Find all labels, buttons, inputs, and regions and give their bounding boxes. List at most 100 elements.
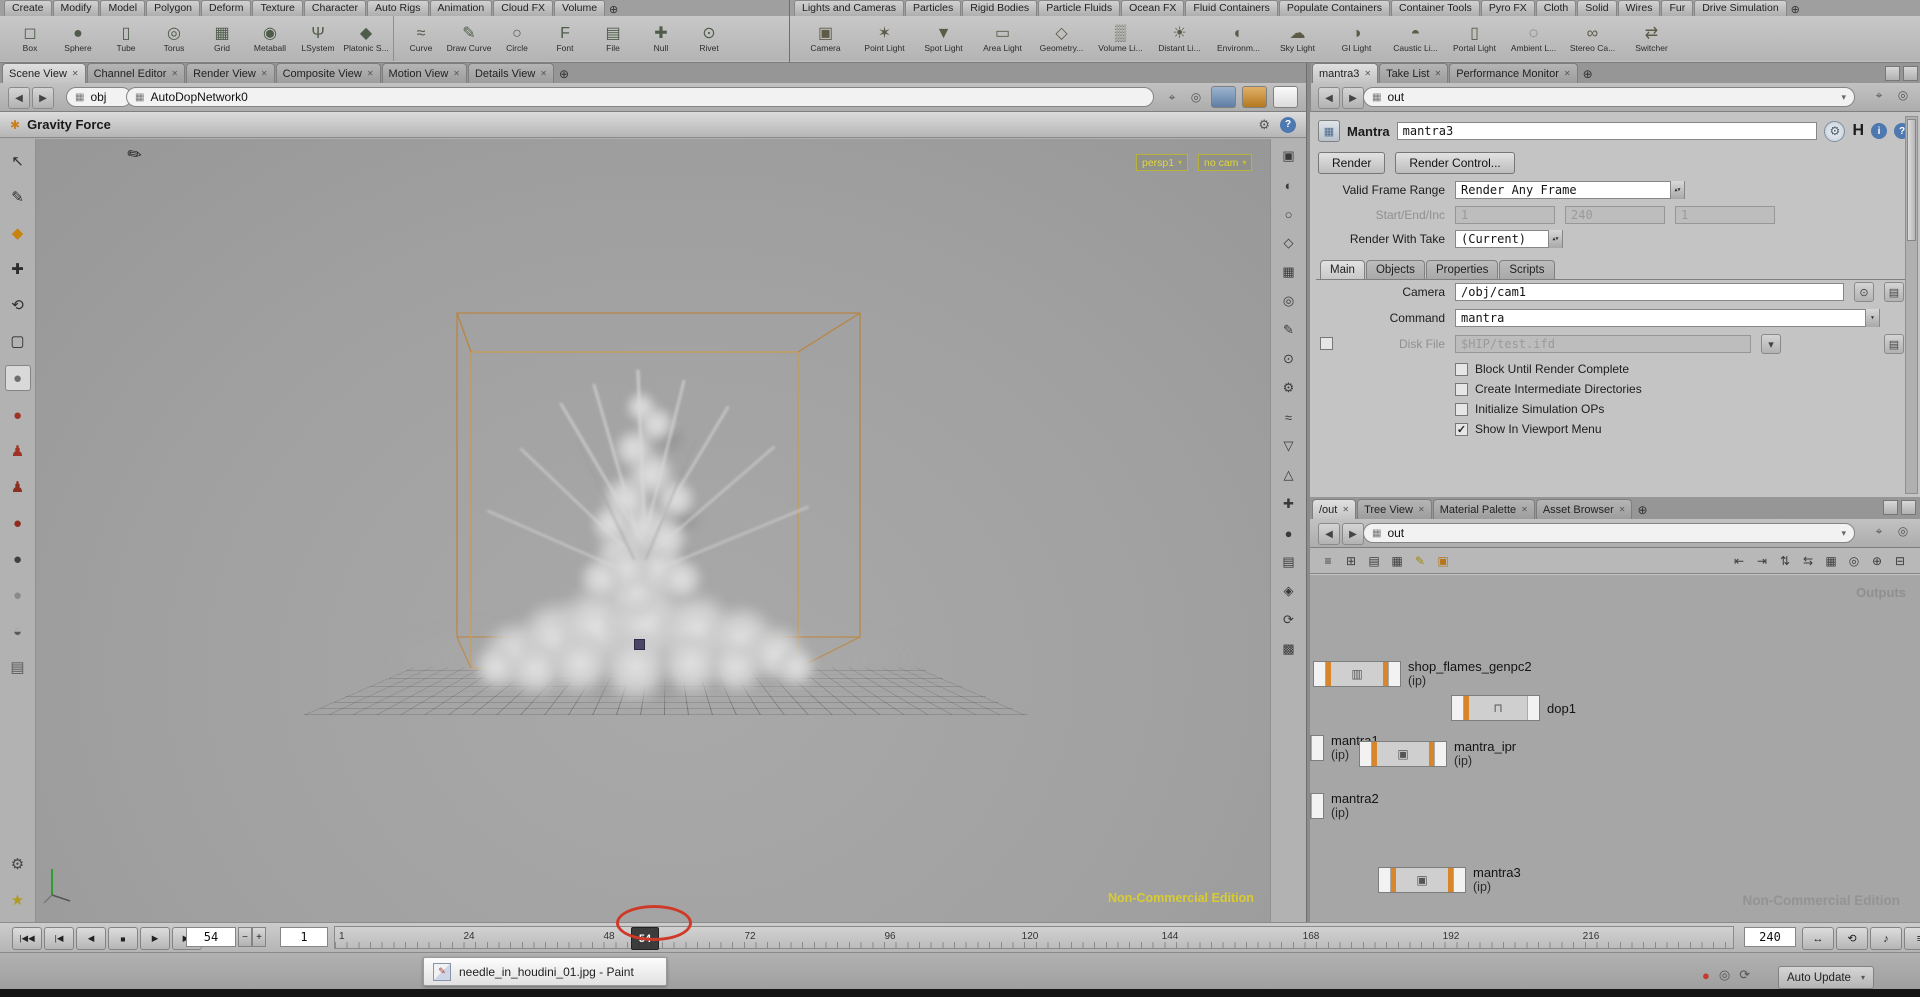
playhead[interactable]: 54 (631, 927, 659, 950)
view-sphere-icon[interactable] (1242, 86, 1267, 108)
viewport-tool-icon[interactable]: ▤ (6, 655, 30, 679)
shelf-tool[interactable]: Ψ LSystem (294, 16, 342, 61)
viewport-display-icon[interactable]: ◇ (1278, 232, 1300, 254)
forward-button[interactable]: ▶ (1342, 523, 1364, 545)
spinner-icon[interactable]: ▲▼ (1548, 230, 1562, 248)
pane-maximize-icon[interactable] (1901, 500, 1916, 515)
pane-maximize-icon[interactable] (1903, 66, 1918, 81)
status-icon[interactable]: ⟳ (1739, 967, 1750, 983)
render-with-take-select[interactable]: (Current) ▲▼ (1455, 230, 1563, 248)
mantra-node-icon[interactable]: ▣ (1359, 741, 1447, 767)
viewport-display-icon[interactable]: ✎ (1278, 319, 1300, 341)
viewport-tool-icon[interactable]: ● (4, 365, 31, 391)
playback-option-button[interactable]: ↔ (1802, 927, 1834, 950)
end-frame-field[interactable]: 240 (1744, 927, 1796, 947)
network-tool-icon[interactable]: ◎ (1844, 551, 1864, 571)
shelf-tool[interactable]: ∞ Stereo Ca... (1563, 16, 1622, 61)
shelf-tool[interactable]: ⇄ Switcher (1622, 16, 1681, 61)
viewport-camlink-menu[interactable]: no cam ▾ (1198, 154, 1253, 171)
forward-button[interactable]: ▶ (1342, 87, 1364, 109)
shelf-tool[interactable]: ◻ Box (6, 16, 54, 61)
close-tab-icon[interactable]: ✕ (72, 69, 79, 78)
viewport-tool-icon[interactable]: ◆ (6, 221, 30, 245)
camera-field[interactable]: /obj/cam1 (1455, 283, 1844, 301)
close-tab-icon[interactable]: ✕ (453, 69, 460, 78)
viewport-display-icon[interactable]: ▦ (1278, 261, 1300, 283)
back-button[interactable]: ◀ (1318, 87, 1340, 109)
gravity-pivot-handle[interactable] (634, 639, 645, 650)
shelf-tool[interactable]: ✚ Null (637, 16, 685, 61)
shelf-tab[interactable]: Ocean FX (1121, 0, 1185, 16)
viewport-display-icon[interactable]: ● (1278, 522, 1300, 544)
shelf-tab[interactable]: Wires (1617, 0, 1661, 16)
node-shop-flames-genpc2[interactable]: ▥ shop_flames_genpc2 (ip) (1313, 659, 1532, 689)
pane-tab[interactable]: Take List ✕ (1379, 63, 1449, 83)
network-canvas[interactable]: Outputs ▥ shop_flames_genpc2 (ip) ⊓ dop1 … (1310, 575, 1920, 922)
pane-split-icon[interactable] (1883, 500, 1898, 515)
pane-tab[interactable]: Composite View ✕ (275, 63, 381, 83)
network-tool-icon[interactable]: ▦ (1387, 551, 1407, 571)
shelf-tab[interactable]: Model (100, 0, 146, 16)
pane-tab[interactable]: Render View ✕ (186, 63, 275, 83)
shelf-tool[interactable]: ▣ Camera (796, 16, 855, 61)
shelf-tab[interactable]: Drive Simulation (1694, 0, 1787, 16)
shop-node-icon[interactable]: ▥ (1313, 661, 1401, 687)
shelf-tab[interactable]: Modify (52, 0, 100, 16)
viewport-settings-icon[interactable]: ⚙ (1258, 117, 1270, 133)
new-pane-tab-icon[interactable]: ⊕ (1637, 503, 1647, 517)
network-tool-icon[interactable]: ⇤ (1729, 551, 1749, 571)
close-tab-icon[interactable]: ✕ (261, 69, 268, 78)
parameter-tab[interactable]: Scripts (1499, 260, 1555, 279)
forward-button[interactable]: ▶ (32, 87, 54, 109)
transport-button[interactable]: |◀ (44, 927, 74, 950)
viewport-tool-icon[interactable]: ⟲ (6, 293, 30, 317)
viewport-tool-icon[interactable]: ⚙ (6, 852, 30, 876)
parameter-tab[interactable]: Properties (1425, 260, 1499, 279)
viewport-tool-icon[interactable]: ● (6, 583, 30, 607)
link-icon[interactable]: ◎ (1894, 86, 1912, 104)
render-control-button[interactable]: Render Control... (1395, 152, 1515, 174)
disk-file-field[interactable]: $HIP/test.ifd (1455, 335, 1751, 353)
playback-option-button[interactable]: ⟲ (1836, 927, 1868, 950)
pane-tab[interactable]: Scene View ✕ (2, 63, 86, 83)
node-name-field[interactable]: mantra3 (1396, 122, 1818, 140)
close-tab-icon[interactable]: ✕ (1364, 69, 1371, 78)
network-tool-icon[interactable]: ✎ (1410, 551, 1430, 571)
valid-frame-range-select[interactable]: Render Any Frame ▲▼ (1455, 181, 1685, 199)
close-tab-icon[interactable]: ✕ (367, 69, 374, 78)
shelf-tool[interactable]: ✶ Point Light (855, 16, 914, 61)
viewport-tool-icon[interactable]: ◒ (6, 619, 30, 643)
pane-tab[interactable]: Performance Monitor ✕ (1449, 63, 1578, 83)
network-tool-icon[interactable]: ⊕ (1867, 551, 1887, 571)
checkbox-row[interactable]: Create Intermediate Directories (1455, 382, 1642, 396)
viewport-tool-icon[interactable]: ★ (6, 888, 30, 912)
close-tab-icon[interactable]: ✕ (1434, 69, 1441, 78)
pane-tab[interactable]: Material Palette ✕ (1432, 499, 1535, 519)
shelf-tool[interactable]: ◆ Platonic S... (342, 16, 394, 61)
file-browser-icon[interactable]: ▤ (1884, 334, 1904, 354)
viewport-display-icon[interactable]: ▤ (1278, 551, 1300, 573)
add-shelf-tab-icon[interactable]: ⊕ (1791, 3, 1800, 16)
transport-button[interactable]: ▶ (140, 927, 170, 950)
back-button[interactable]: ◀ (8, 87, 30, 109)
view-cube-icon[interactable] (1211, 86, 1236, 108)
pane-split-icon[interactable] (1885, 66, 1900, 81)
viewport-display-icon[interactable]: ▽ (1278, 435, 1300, 457)
pane-tab[interactable]: Asset Browser ✕ (1535, 499, 1633, 519)
shelf-tab[interactable]: Animation (429, 0, 493, 16)
checkbox-row[interactable]: Show In Viewport Menu (1455, 422, 1642, 436)
shelf-tab[interactable]: Cloud FX (493, 0, 554, 16)
shelf-tool[interactable]: ◐ Environm... (1209, 16, 1268, 61)
shelf-tool[interactable]: F Font (541, 16, 589, 61)
add-shelf-tab-icon[interactable]: ⊕ (609, 3, 618, 16)
frame-decrement-button[interactable]: − (238, 927, 252, 947)
view-panel-icon[interactable] (1273, 86, 1298, 108)
transport-button[interactable]: |◀◀ (12, 927, 42, 950)
shelf-tool[interactable]: ◓ Caustic Li... (1386, 16, 1445, 61)
viewport-tool-icon[interactable]: ▢ (6, 329, 30, 353)
viewport-tool-icon[interactable]: ♟ (6, 439, 30, 463)
shelf-tab[interactable]: Texture (252, 0, 303, 16)
shelf-tool[interactable]: ≈ Curve (397, 16, 445, 61)
shelf-tab[interactable]: Container Tools (1391, 0, 1480, 16)
end-field[interactable]: 240 (1565, 206, 1665, 224)
